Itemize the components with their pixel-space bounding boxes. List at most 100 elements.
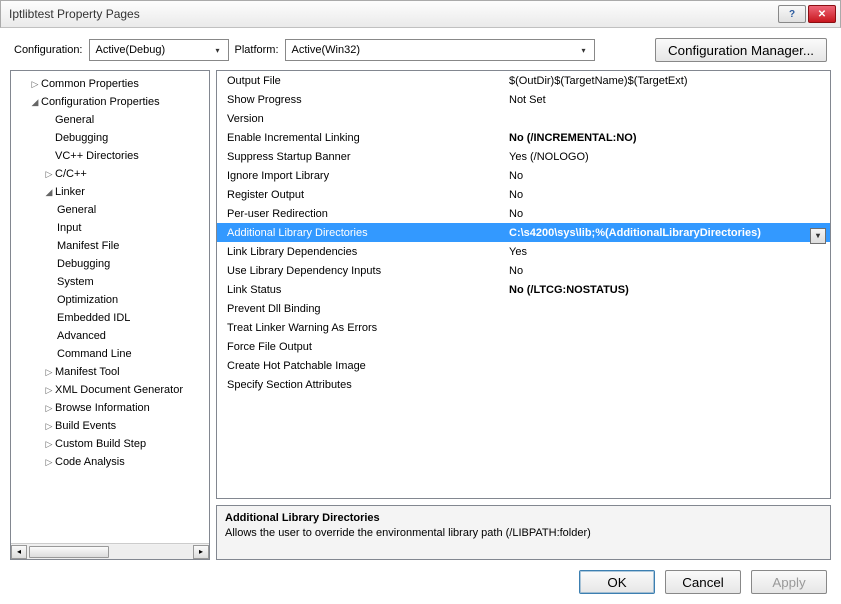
property-row[interactable]: Specify Section Attributes — [217, 375, 830, 394]
property-name: Force File Output — [217, 341, 505, 353]
expand-collapsed-icon: ▷ — [43, 439, 55, 450]
property-row[interactable]: Enable Incremental LinkingNo (/INCREMENT… — [217, 128, 830, 147]
property-row[interactable]: Show ProgressNot Set — [217, 90, 830, 109]
tree-item-linker-system[interactable]: System — [13, 273, 207, 291]
tree-item-build-events[interactable]: ▷Build Events — [13, 417, 207, 435]
property-name: Register Output — [217, 189, 505, 201]
tree-item-linker[interactable]: ◢Linker — [13, 183, 207, 201]
tree-item-manifest-tool[interactable]: ▷Manifest Tool — [13, 363, 207, 381]
configuration-label: Configuration: — [14, 44, 83, 56]
property-grid[interactable]: Output File$(OutDir)$(TargetName)$(Targe… — [216, 70, 831, 499]
property-row[interactable]: Link Library DependenciesYes — [217, 242, 830, 261]
scroll-left-icon[interactable]: ◂ — [11, 545, 27, 559]
property-row[interactable]: Ignore Import LibraryNo — [217, 166, 830, 185]
tree-item-linker-advanced[interactable]: Advanced — [13, 327, 207, 345]
property-row[interactable]: Output File$(OutDir)$(TargetName)$(Targe… — [217, 71, 830, 90]
expand-collapsed-icon: ▷ — [29, 79, 41, 90]
cancel-button[interactable]: Cancel — [665, 570, 741, 594]
tree-item-general[interactable]: General — [13, 111, 207, 129]
nav-tree[interactable]: ▷Common Properties ◢Configuration Proper… — [11, 71, 209, 543]
tree-item-xml-doc-generator[interactable]: ▷XML Document Generator — [13, 381, 207, 399]
property-name: Version — [217, 113, 505, 125]
expand-collapsed-icon: ▷ — [43, 169, 55, 180]
property-value[interactable]: Yes (/NOLOGO) — [505, 151, 830, 163]
expand-expanded-icon: ◢ — [43, 187, 55, 198]
property-row[interactable]: Version — [217, 109, 830, 128]
property-name: Link Status — [217, 284, 505, 296]
chevron-down-icon: ▾ — [210, 42, 226, 58]
property-row[interactable]: Use Library Dependency InputsNo — [217, 261, 830, 280]
expand-collapsed-icon: ▷ — [43, 385, 55, 396]
help-icon[interactable]: ? — [778, 5, 806, 23]
description-body: Allows the user to override the environm… — [225, 527, 822, 539]
nav-tree-panel: ▷Common Properties ◢Configuration Proper… — [10, 70, 210, 560]
tree-item-linker-embedded-idl[interactable]: Embedded IDL — [13, 309, 207, 327]
property-row[interactable]: Per-user RedirectionNo — [217, 204, 830, 223]
close-icon[interactable]: ✕ — [808, 5, 836, 23]
configuration-combobox[interactable]: Active(Debug) ▾ — [89, 39, 229, 61]
description-title: Additional Library Directories — [225, 512, 822, 524]
tree-item-linker-debugging[interactable]: Debugging — [13, 255, 207, 273]
description-panel: Additional Library Directories Allows th… — [216, 505, 831, 560]
property-value[interactable]: Not Set — [505, 94, 830, 106]
expand-collapsed-icon: ▷ — [43, 457, 55, 468]
ok-button[interactable]: OK — [579, 570, 655, 594]
property-name: Prevent Dll Binding — [217, 303, 505, 315]
expand-expanded-icon: ◢ — [29, 97, 41, 108]
property-row[interactable]: Additional Library DirectoriesC:\s4200\s… — [217, 223, 830, 242]
tree-item-ccpp[interactable]: ▷C/C++ — [13, 165, 207, 183]
scroll-thumb[interactable] — [29, 546, 109, 558]
property-name: Show Progress — [217, 94, 505, 106]
property-name: Output File — [217, 75, 505, 87]
platform-label: Platform: — [235, 44, 279, 56]
property-row[interactable]: Link StatusNo (/LTCG:NOSTATUS) — [217, 280, 830, 299]
tree-item-linker-manifest-file[interactable]: Manifest File — [13, 237, 207, 255]
tree-item-linker-optimization[interactable]: Optimization — [13, 291, 207, 309]
apply-button[interactable]: Apply — [751, 570, 827, 594]
tree-item-custom-build-step[interactable]: ▷Custom Build Step — [13, 435, 207, 453]
configuration-value: Active(Debug) — [96, 44, 166, 56]
tree-item-common-properties[interactable]: ▷Common Properties — [13, 75, 207, 93]
property-row[interactable]: Force File Output — [217, 337, 830, 356]
tree-horizontal-scrollbar[interactable]: ◂ ▸ — [11, 543, 209, 559]
property-value[interactable]: C:\s4200\sys\lib;%(AdditionalLibraryDire… — [505, 227, 830, 239]
configuration-manager-button[interactable]: Configuration Manager... — [655, 38, 827, 62]
platform-combobox[interactable]: Active(Win32) ▾ — [285, 39, 595, 61]
tree-item-browse-information[interactable]: ▷Browse Information — [13, 399, 207, 417]
tree-item-vcpp-directories[interactable]: VC++ Directories — [13, 147, 207, 165]
property-row[interactable]: Suppress Startup BannerYes (/NOLOGO) — [217, 147, 830, 166]
platform-value: Active(Win32) — [292, 44, 360, 56]
property-name: Specify Section Attributes — [217, 379, 505, 391]
property-row[interactable]: Register OutputNo — [217, 185, 830, 204]
property-name: Create Hot Patchable Image — [217, 360, 505, 372]
tree-item-debugging[interactable]: Debugging — [13, 129, 207, 147]
property-name: Enable Incremental Linking — [217, 132, 505, 144]
window-title: Iptlibtest Property Pages — [9, 7, 778, 21]
property-row[interactable]: Create Hot Patchable Image — [217, 356, 830, 375]
tree-item-linker-command-line[interactable]: Command Line — [13, 345, 207, 363]
tree-item-code-analysis[interactable]: ▷Code Analysis — [13, 453, 207, 471]
dialog-footer: OK Cancel Apply — [0, 560, 841, 604]
property-value[interactable]: No (/LTCG:NOSTATUS) — [505, 284, 830, 296]
chevron-down-icon: ▾ — [576, 42, 592, 58]
configuration-toolbar: Configuration: Active(Debug) ▾ Platform:… — [0, 28, 841, 70]
property-name: Treat Linker Warning As Errors — [217, 322, 505, 334]
property-row[interactable]: Prevent Dll Binding — [217, 299, 830, 318]
dropdown-icon[interactable]: ▾ — [810, 228, 826, 244]
property-name: Use Library Dependency Inputs — [217, 265, 505, 277]
property-value[interactable]: No — [505, 170, 830, 182]
property-value[interactable]: Yes — [505, 246, 830, 258]
property-value[interactable]: No (/INCREMENTAL:NO) — [505, 132, 830, 144]
tree-item-linker-general[interactable]: General — [13, 201, 207, 219]
property-value[interactable]: $(OutDir)$(TargetName)$(TargetExt) — [505, 75, 830, 87]
tree-item-linker-input[interactable]: Input — [13, 219, 207, 237]
tree-item-configuration-properties[interactable]: ◢Configuration Properties — [13, 93, 207, 111]
property-value[interactable]: No — [505, 265, 830, 277]
property-value[interactable]: No — [505, 189, 830, 201]
scroll-track[interactable] — [27, 545, 193, 559]
property-name: Per-user Redirection — [217, 208, 505, 220]
expand-collapsed-icon: ▷ — [43, 367, 55, 378]
scroll-right-icon[interactable]: ▸ — [193, 545, 209, 559]
property-row[interactable]: Treat Linker Warning As Errors — [217, 318, 830, 337]
property-value[interactable]: No — [505, 208, 830, 220]
